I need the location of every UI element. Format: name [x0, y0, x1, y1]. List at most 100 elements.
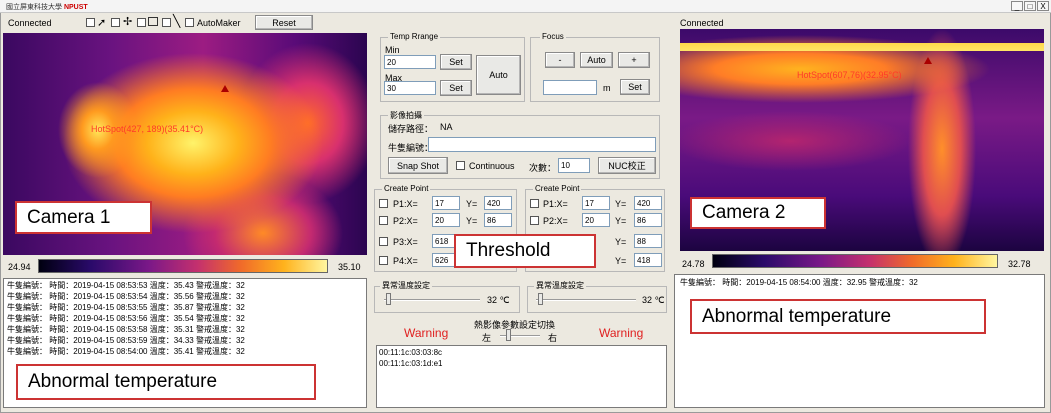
- crosshair-icon: ✢: [123, 16, 133, 28]
- camera2-scale-min: 24.78: [682, 259, 705, 269]
- right-p4-y-input[interactable]: 418: [634, 253, 662, 267]
- focus-minus-button[interactable]: -: [545, 52, 575, 68]
- abnormal-left-slider-thumb[interactable]: [386, 293, 391, 305]
- log-left-list: 牛隻編號： 時間：2019-04-15 08:53:53 溫度：35.43 警戒…: [7, 280, 245, 357]
- left-p1-y-input[interactable]: 420: [484, 196, 512, 210]
- temp-min-label: Min: [385, 45, 400, 55]
- focus-distance-input[interactable]: [543, 80, 597, 95]
- snapshot-button[interactable]: Snap Shot: [388, 157, 448, 174]
- automaker-checkbox[interactable]: [185, 18, 194, 27]
- title-bar: [0, 0, 1051, 13]
- temp-min-set-button[interactable]: Set: [440, 54, 472, 70]
- connection-status: Connected: [8, 18, 52, 28]
- right-p2-label: P2:X=: [543, 216, 568, 226]
- maximize-button[interactable]: □: [1024, 1, 1036, 11]
- left-p3-label: P3:X=: [393, 237, 418, 247]
- right-p1-y-input[interactable]: 420: [634, 196, 662, 210]
- camera2-status: Connected: [680, 18, 724, 28]
- log-right-list: 牛隻編號： 時間：2019-04-15 08:54:00 溫度：32.95 警戒…: [680, 277, 918, 288]
- abnormal-right-value: 32 ℃: [642, 295, 665, 305]
- right-p1-x-input[interactable]: 17: [582, 196, 610, 210]
- callout-abnormal-right: Abnormal temperature: [690, 299, 986, 334]
- abnormal-left-title: 異常溫度設定: [380, 280, 432, 291]
- camera2-hotspot-label: HotSpot(607,76)(32.95°C): [797, 70, 902, 80]
- left-p4-checkbox[interactable]: [379, 256, 388, 265]
- warning-left-label: Warning: [404, 326, 449, 340]
- callout-camera1: Camera 1: [15, 201, 152, 234]
- temp-auto-button[interactable]: Auto: [476, 55, 521, 95]
- left-p2-y-input[interactable]: 86: [484, 213, 512, 227]
- list-item: 00:11:1c:03:1d:e1: [379, 359, 443, 368]
- log-line: 牛隻編號： 時間：2019-04-15 08:53:59 溫度：34.33 警戒…: [7, 336, 245, 345]
- mac-address-lines: 00:11:1c:03:03:8c 00:11:1c:03:1d:e1: [379, 347, 442, 369]
- cow-id-label: 牛隻編號：: [388, 143, 434, 153]
- left-p2-x-input[interactable]: 20: [432, 213, 460, 227]
- callout-abnormal-left: Abnormal temperature: [16, 364, 316, 400]
- right-p1-y-label: Y=: [615, 199, 627, 209]
- camera1-color-scale: [38, 259, 328, 273]
- camera1-scale-max: 35.10: [338, 262, 361, 272]
- temp-min-input[interactable]: 20: [384, 55, 436, 69]
- temp-max-input[interactable]: 30: [384, 81, 436, 95]
- camera2-color-scale: [712, 254, 998, 268]
- pointer-icon: ➚: [97, 17, 107, 29]
- continuous-label: Continuous: [469, 161, 515, 171]
- tool-rect-checkbox[interactable]: [137, 18, 146, 27]
- nuc-calibrate-button[interactable]: NUC校正: [598, 157, 656, 174]
- left-p1-y-label: Y=: [466, 199, 478, 209]
- left-p3-checkbox[interactable]: [379, 237, 388, 246]
- focus-plus-button[interactable]: +: [618, 52, 650, 68]
- tool-line-checkbox[interactable]: [162, 18, 171, 27]
- camera2-hotspot-marker-icon: [924, 57, 932, 64]
- cow-id-input[interactable]: [428, 137, 656, 152]
- log-right-panel[interactable]: [674, 274, 1045, 408]
- minimize-button[interactable]: _: [1011, 1, 1023, 11]
- focus-auto-button[interactable]: Auto: [580, 52, 613, 68]
- abnormal-right-slider-track[interactable]: [536, 299, 636, 301]
- capture-path-label: 儲存路徑：: [388, 124, 434, 134]
- right-p2-y-input[interactable]: 86: [634, 213, 662, 227]
- right-p1-label: P1:X=: [543, 199, 568, 209]
- focus-unit-label: m: [603, 83, 611, 93]
- list-item: 00:11:1c:03:03:8c: [379, 348, 443, 357]
- left-p2-label: P2:X=: [393, 216, 418, 226]
- param-switch-title: 熱影像參數設定切換: [474, 320, 556, 330]
- left-p2-checkbox[interactable]: [379, 216, 388, 225]
- left-p1-label: P1:X=: [393, 199, 418, 209]
- capture-title: 影像拍攝: [388, 110, 424, 121]
- camera1-hotspot-label: HotSpot(427, 189)(35.41°C): [91, 124, 204, 134]
- temp-range-title: Temp Rrange: [388, 32, 441, 41]
- temp-max-set-button[interactable]: Set: [440, 80, 472, 96]
- reset-button[interactable]: Reset: [255, 15, 313, 30]
- callout-threshold: Threshold: [454, 234, 596, 268]
- left-p1-checkbox[interactable]: [379, 199, 388, 208]
- count-input[interactable]: 10: [558, 158, 590, 173]
- abnormal-right-title: 異常溫度設定: [534, 280, 586, 291]
- right-p3-y-input[interactable]: 88: [634, 234, 662, 248]
- camera1-scale-min: 24.94: [8, 262, 31, 272]
- abnormal-left-value: 32 ℃: [487, 295, 510, 305]
- camera2-scale-max: 32.78: [1008, 259, 1031, 269]
- left-p2-y-label: Y=: [466, 216, 478, 226]
- switch-slider-thumb[interactable]: [506, 329, 511, 341]
- capture-path-value: NA: [440, 122, 453, 132]
- create-point-left-title: Create Point: [382, 184, 431, 193]
- tool-crosshair-checkbox[interactable]: [111, 18, 120, 27]
- right-p1-checkbox[interactable]: [530, 199, 539, 208]
- log-line: 牛隻編號： 時間：2019-04-15 08:53:55 溫度：35.87 警戒…: [7, 303, 245, 312]
- switch-right-label: 右: [548, 333, 558, 343]
- left-p1-x-input[interactable]: 17: [432, 196, 460, 210]
- tool-pointer-checkbox[interactable]: [86, 18, 95, 27]
- right-p3-y-label: Y=: [615, 237, 627, 247]
- switch-left-label: 左: [482, 333, 492, 343]
- close-button[interactable]: X: [1037, 1, 1049, 11]
- left-p4-label: P4:X=: [393, 256, 418, 266]
- abnormal-right-slider-thumb[interactable]: [538, 293, 543, 305]
- warning-right-label: Warning: [599, 326, 644, 340]
- abnormal-left-slider-track[interactable]: [384, 299, 480, 301]
- continuous-checkbox[interactable]: [456, 161, 465, 170]
- right-p2-checkbox[interactable]: [530, 216, 539, 225]
- right-p2-x-input[interactable]: 20: [582, 213, 610, 227]
- create-point-right-title: Create Point: [533, 184, 582, 193]
- focus-set-button[interactable]: Set: [620, 79, 650, 95]
